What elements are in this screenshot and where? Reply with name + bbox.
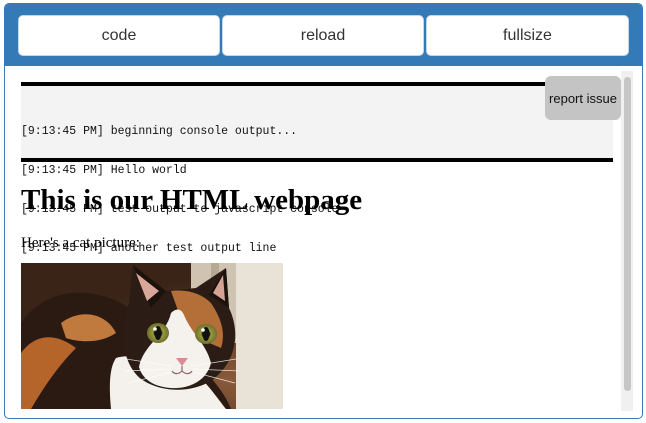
reload-button[interactable]: reload (222, 15, 424, 56)
page-text: Here's a cat picture: (21, 235, 140, 251)
fullsize-button[interactable]: fullsize (426, 15, 629, 56)
console-line: [9:13:45 PM] beginning console output... (21, 125, 298, 138)
cat-image (21, 263, 283, 409)
console-output: [9:13:45 PM] beginning console output...… (21, 82, 613, 255)
console-line: [9:13:45 PM] Hello world (21, 164, 187, 177)
scrollbar-thumb[interactable] (624, 77, 631, 391)
toolbar: code reload fullsize (5, 4, 642, 66)
code-button[interactable]: code (18, 15, 220, 56)
preview-pane: [9:13:45 PM] beginning console output...… (5, 66, 642, 418)
playground-frame: code reload fullsize [9:13:45 PM] beginn… (4, 3, 643, 419)
report-issue-button[interactable]: report issue (545, 76, 621, 120)
page-title: This is our HTML webpage (21, 184, 363, 216)
